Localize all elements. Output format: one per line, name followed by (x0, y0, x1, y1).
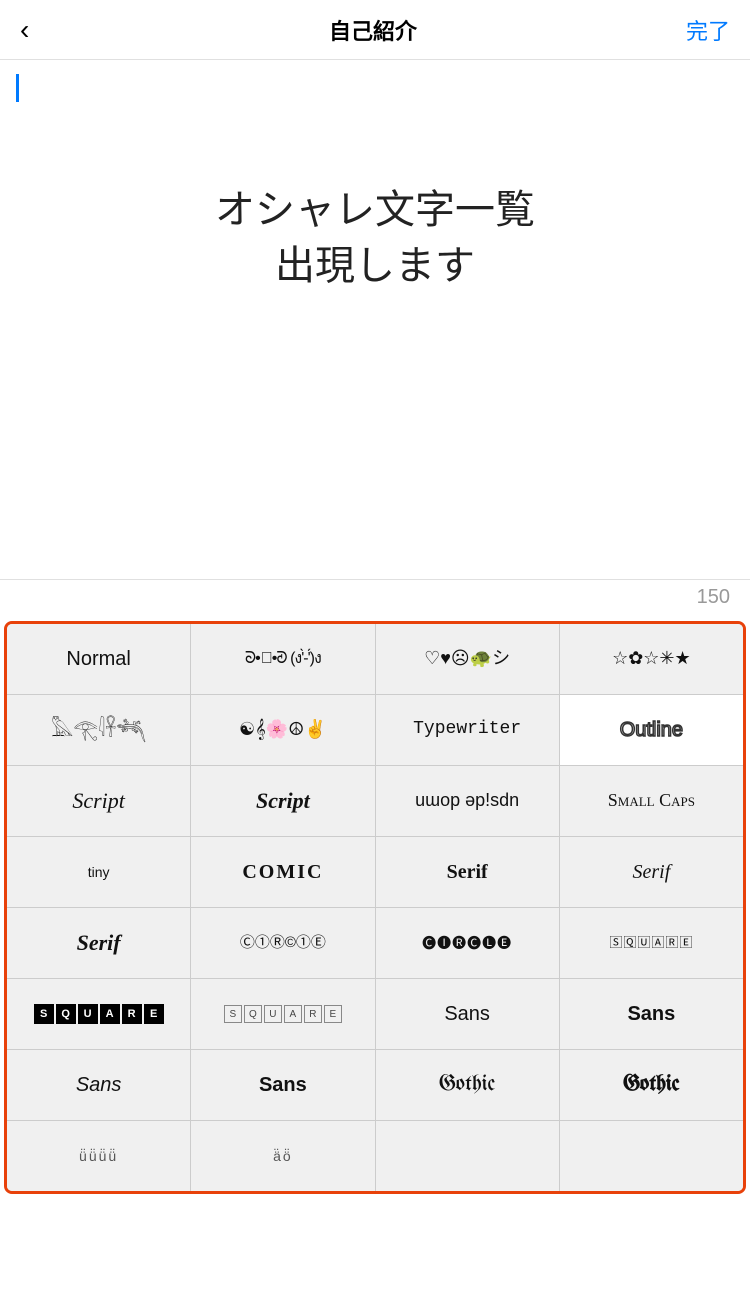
font-cell-normal[interactable]: Normal (7, 624, 190, 694)
font-cell-outline[interactable]: Outline (560, 695, 743, 765)
font-cell-upsidedown[interactable]: uɯop ǝp!sdn (376, 766, 559, 836)
font-cell-hieroglyphs[interactable]: 𓅓𓂀𓇋𓋹𓆈 (7, 695, 190, 765)
font-cell-comic[interactable]: COMIC (191, 837, 374, 907)
font-label-stars: ☆✿☆✳★ (612, 647, 691, 670)
nav-title: 自己紹介 (329, 14, 417, 46)
font-label-circle-filled: 🅒🅘🅡🅒🅛🅔 (422, 934, 512, 952)
font-cell-gothic2[interactable]: Gothic (560, 1050, 743, 1120)
font-label-sans4: Sans (259, 1072, 307, 1098)
font-cell-dots2[interactable]: ä̈ö̈ (191, 1121, 374, 1191)
font-label-emoji1: ♡♥☹🐢シ (424, 647, 510, 670)
font-label-symbols1: ᘐ•᳒•ᘑ (ง'̀-'́)ง (245, 649, 321, 670)
font-cell-smallcaps[interactable]: Small Caps (560, 766, 743, 836)
font-label-square-outline2: SQUARE (224, 1005, 342, 1023)
font-label-square-outline1: 🅂🅀🅄🄰🅁🄴 (609, 935, 693, 952)
font-label-gothic1: Gothic (439, 1071, 495, 1100)
font-grid: Normal ᘐ•᳒•ᘑ (ง'̀-'́)ง ♡♥☹🐢シ ☆✿☆✳★ 𓅓𓂀𓇋𓋹𓆈… (7, 624, 743, 1191)
font-cell-script1[interactable]: Script (7, 766, 190, 836)
font-label-hieroglyphs: 𓅓𓂀𓇋𓋹𓆈 (51, 717, 146, 743)
font-cell-dots1[interactable]: ü̈ü̈ü̈ü̈ (7, 1121, 190, 1191)
font-cell-script2[interactable]: Script (191, 766, 374, 836)
font-cell-empty1 (376, 1121, 559, 1191)
font-cell-empty2 (560, 1121, 743, 1191)
font-cell-emoji1[interactable]: ♡♥☹🐢シ (376, 624, 559, 694)
font-label-serif2: Serif (632, 859, 670, 885)
font-label-normal: Normal (66, 646, 130, 672)
font-cell-sans1[interactable]: Sans (376, 979, 559, 1049)
placeholder-line1: オシャレ文字一覧 (215, 182, 535, 238)
font-cell-sans3[interactable]: Sans (7, 1050, 190, 1120)
navigation-bar: ‹ 自己紹介 完了 (0, 0, 750, 60)
font-cell-sans2[interactable]: Sans (560, 979, 743, 1049)
font-label-dots1: ü̈ü̈ü̈ü̈ (79, 1147, 118, 1165)
text-editor[interactable]: オシャレ文字一覧 出現します (0, 60, 750, 580)
font-label-sans2: Sans (627, 1001, 675, 1027)
done-button[interactable]: 完了 (686, 14, 730, 46)
back-button[interactable]: ‹ (20, 14, 60, 46)
font-label-curly: ☯𝄞🌸☮✌ (239, 718, 327, 741)
font-panel: Normal ᘐ•᳒•ᘑ (ง'̀-'́)ง ♡♥☹🐢シ ☆✿☆✳★ 𓅓𓂀𓇋𓋹𓆈… (4, 621, 746, 1194)
placeholder-content: オシャレ文字一覧 出現します (16, 102, 734, 314)
font-cell-square-filled[interactable]: SQUARE (7, 979, 190, 1049)
font-label-tiny: tiny (88, 863, 110, 881)
font-cell-serif2[interactable]: Serif (560, 837, 743, 907)
font-cell-stars[interactable]: ☆✿☆✳★ (560, 624, 743, 694)
font-label-script2: Script (256, 787, 310, 816)
font-cell-serif1[interactable]: Serif (376, 837, 559, 907)
font-cell-sans4[interactable]: Sans (191, 1050, 374, 1120)
font-cell-square-outline2[interactable]: SQUARE (191, 979, 374, 1049)
font-label-script1: Script (72, 787, 125, 816)
font-label-serif1: Serif (447, 859, 488, 885)
font-cell-curly[interactable]: ☯𝄞🌸☮✌ (191, 695, 374, 765)
placeholder-line2: 出現します (275, 238, 475, 294)
font-label-sans1: Sans (444, 1001, 490, 1027)
text-cursor (16, 74, 19, 102)
char-count: 150 (0, 580, 750, 621)
font-label-comic: COMIC (242, 859, 323, 885)
font-label-sans3: Sans (76, 1072, 122, 1098)
font-label-gothic2: Gothic (623, 1071, 679, 1100)
font-label-serif3: Serif (77, 929, 121, 958)
font-cell-symbols1[interactable]: ᘐ•᳒•ᘑ (ง'̀-'́)ง (191, 624, 374, 694)
font-label-typewriter: Typewriter (413, 718, 521, 741)
font-label-square-filled: SQUARE (34, 1004, 164, 1024)
font-label-outline: Outline (620, 717, 683, 743)
font-label-upsidedown: uɯop ǝp!sdn (415, 789, 519, 812)
font-cell-gothic1[interactable]: Gothic (376, 1050, 559, 1120)
font-cell-tiny[interactable]: tiny (7, 837, 190, 907)
font-label-circle-outline: Ⓒ①Ⓡ©①Ⓔ (240, 933, 326, 953)
font-cell-square-outline1[interactable]: 🅂🅀🅄🄰🅁🄴 (560, 908, 743, 978)
font-label-dots2: ä̈ö̈ (273, 1147, 293, 1165)
font-label-smallcaps: Small Caps (608, 789, 695, 812)
font-cell-serif3[interactable]: Serif (7, 908, 190, 978)
font-cell-circle-filled[interactable]: 🅒🅘🅡🅒🅛🅔 (376, 908, 559, 978)
font-cell-typewriter[interactable]: Typewriter (376, 695, 559, 765)
font-cell-circle-outline[interactable]: Ⓒ①Ⓡ©①Ⓔ (191, 908, 374, 978)
